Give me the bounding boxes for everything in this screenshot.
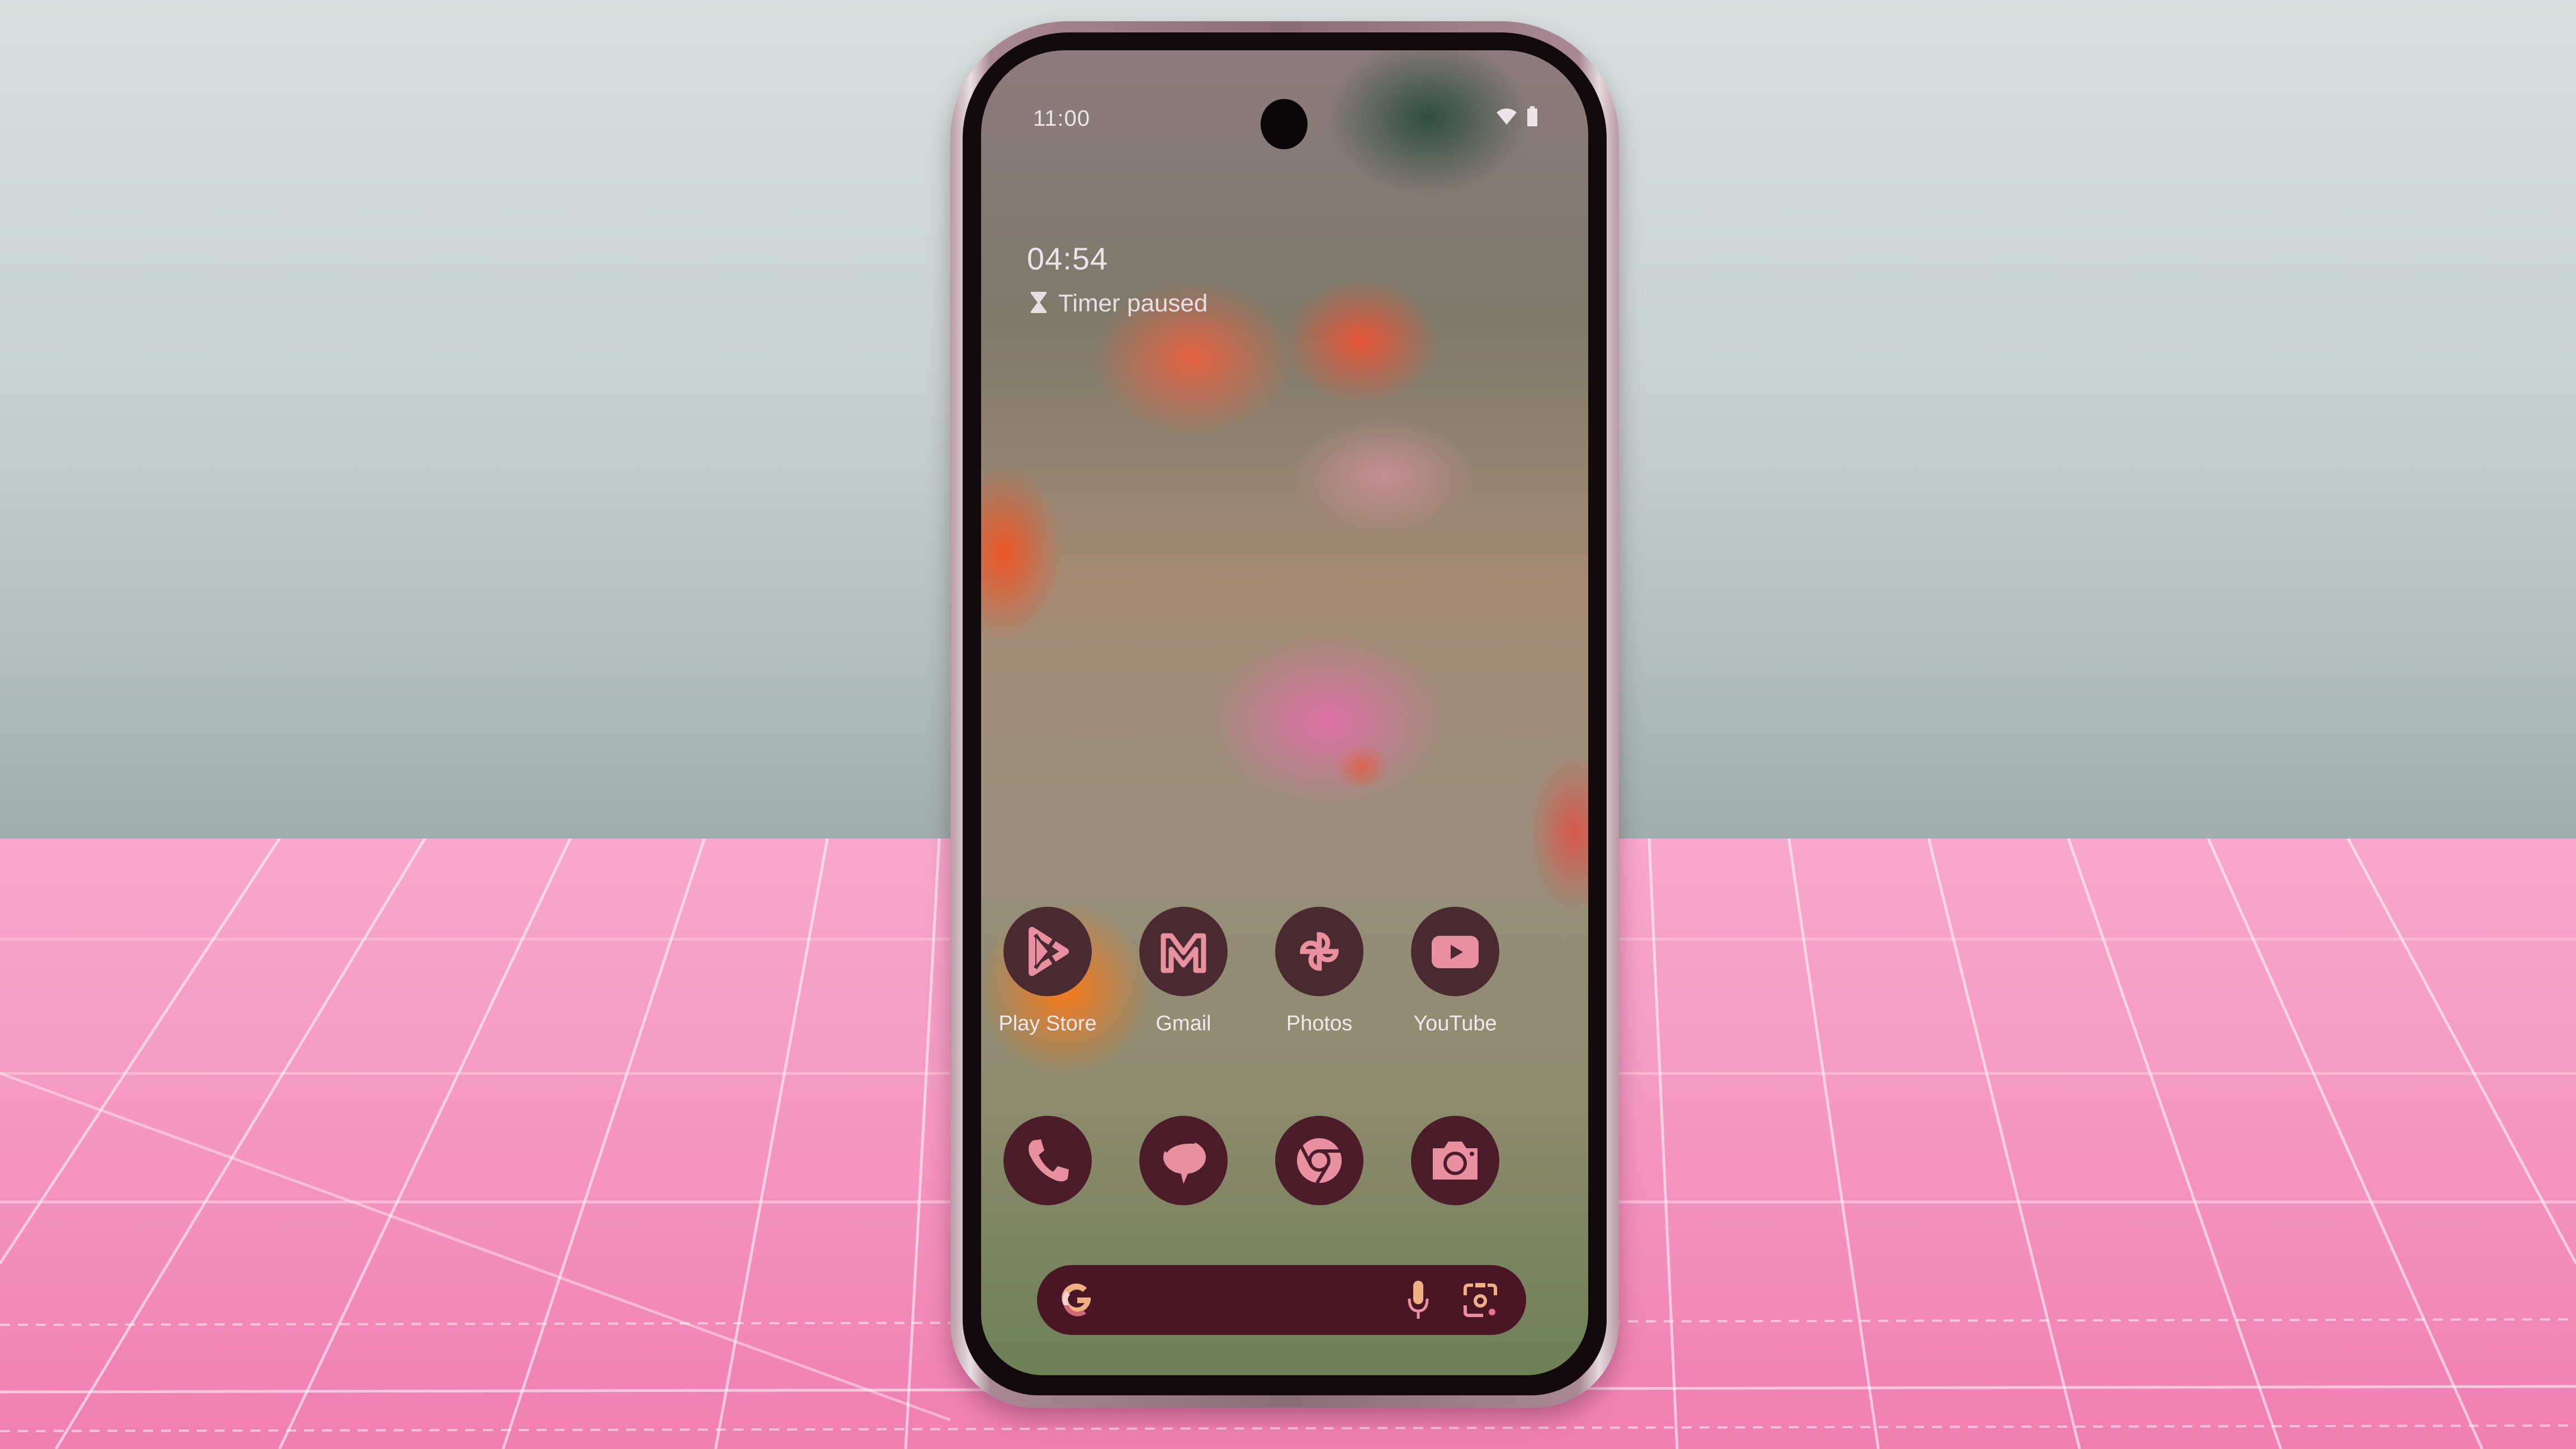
timer-status-row[interactable]: Timer paused <box>1030 290 1208 318</box>
app-gmail[interactable]: Gmail <box>1128 907 1239 1036</box>
play-store-icon <box>1003 907 1092 996</box>
app-youtube[interactable]: YouTube <box>1399 907 1511 1036</box>
app-chrome[interactable] <box>1263 1116 1375 1205</box>
phone-device: 11:00 04:54 Timer paused Play Store Gmai… <box>950 21 1619 1408</box>
app-phone[interactable] <box>992 1116 1104 1205</box>
google-search-bar[interactable] <box>1037 1265 1526 1335</box>
app-photos[interactable]: Photos <box>1263 907 1375 1036</box>
photos-icon <box>1275 907 1363 996</box>
app-label: Gmail <box>1156 1012 1211 1035</box>
app-label: Play Store <box>998 1012 1097 1035</box>
app-play-store[interactable]: Play Store <box>992 907 1104 1036</box>
app-camera[interactable] <box>1399 1116 1511 1205</box>
timer-value[interactable]: 04:54 <box>1027 240 1108 277</box>
timer-status-label: Timer paused <box>1058 290 1208 317</box>
status-icons <box>1495 106 1538 129</box>
hourglass-icon <box>1030 291 1047 316</box>
camera-icon <box>1411 1116 1499 1205</box>
google-g-icon <box>1058 1282 1095 1322</box>
youtube-icon <box>1411 907 1499 996</box>
front-camera-cutout <box>1261 99 1308 149</box>
wifi-icon <box>1495 107 1518 129</box>
app-label: YouTube <box>1413 1012 1497 1035</box>
status-bar-time: 11:00 <box>1033 106 1091 131</box>
home-screen: 11:00 04:54 Timer paused Play Store Gmai… <box>981 50 1588 1375</box>
app-messages[interactable] <box>1128 1116 1239 1205</box>
microphone-icon[interactable] <box>1407 1281 1429 1323</box>
gmail-icon <box>1139 907 1228 996</box>
google-lens-icon[interactable] <box>1462 1282 1499 1322</box>
messages-icon <box>1139 1116 1228 1205</box>
chrome-icon <box>1275 1116 1363 1205</box>
phone-icon <box>1003 1116 1092 1205</box>
battery-icon <box>1527 106 1538 129</box>
app-label: Photos <box>1286 1012 1353 1035</box>
